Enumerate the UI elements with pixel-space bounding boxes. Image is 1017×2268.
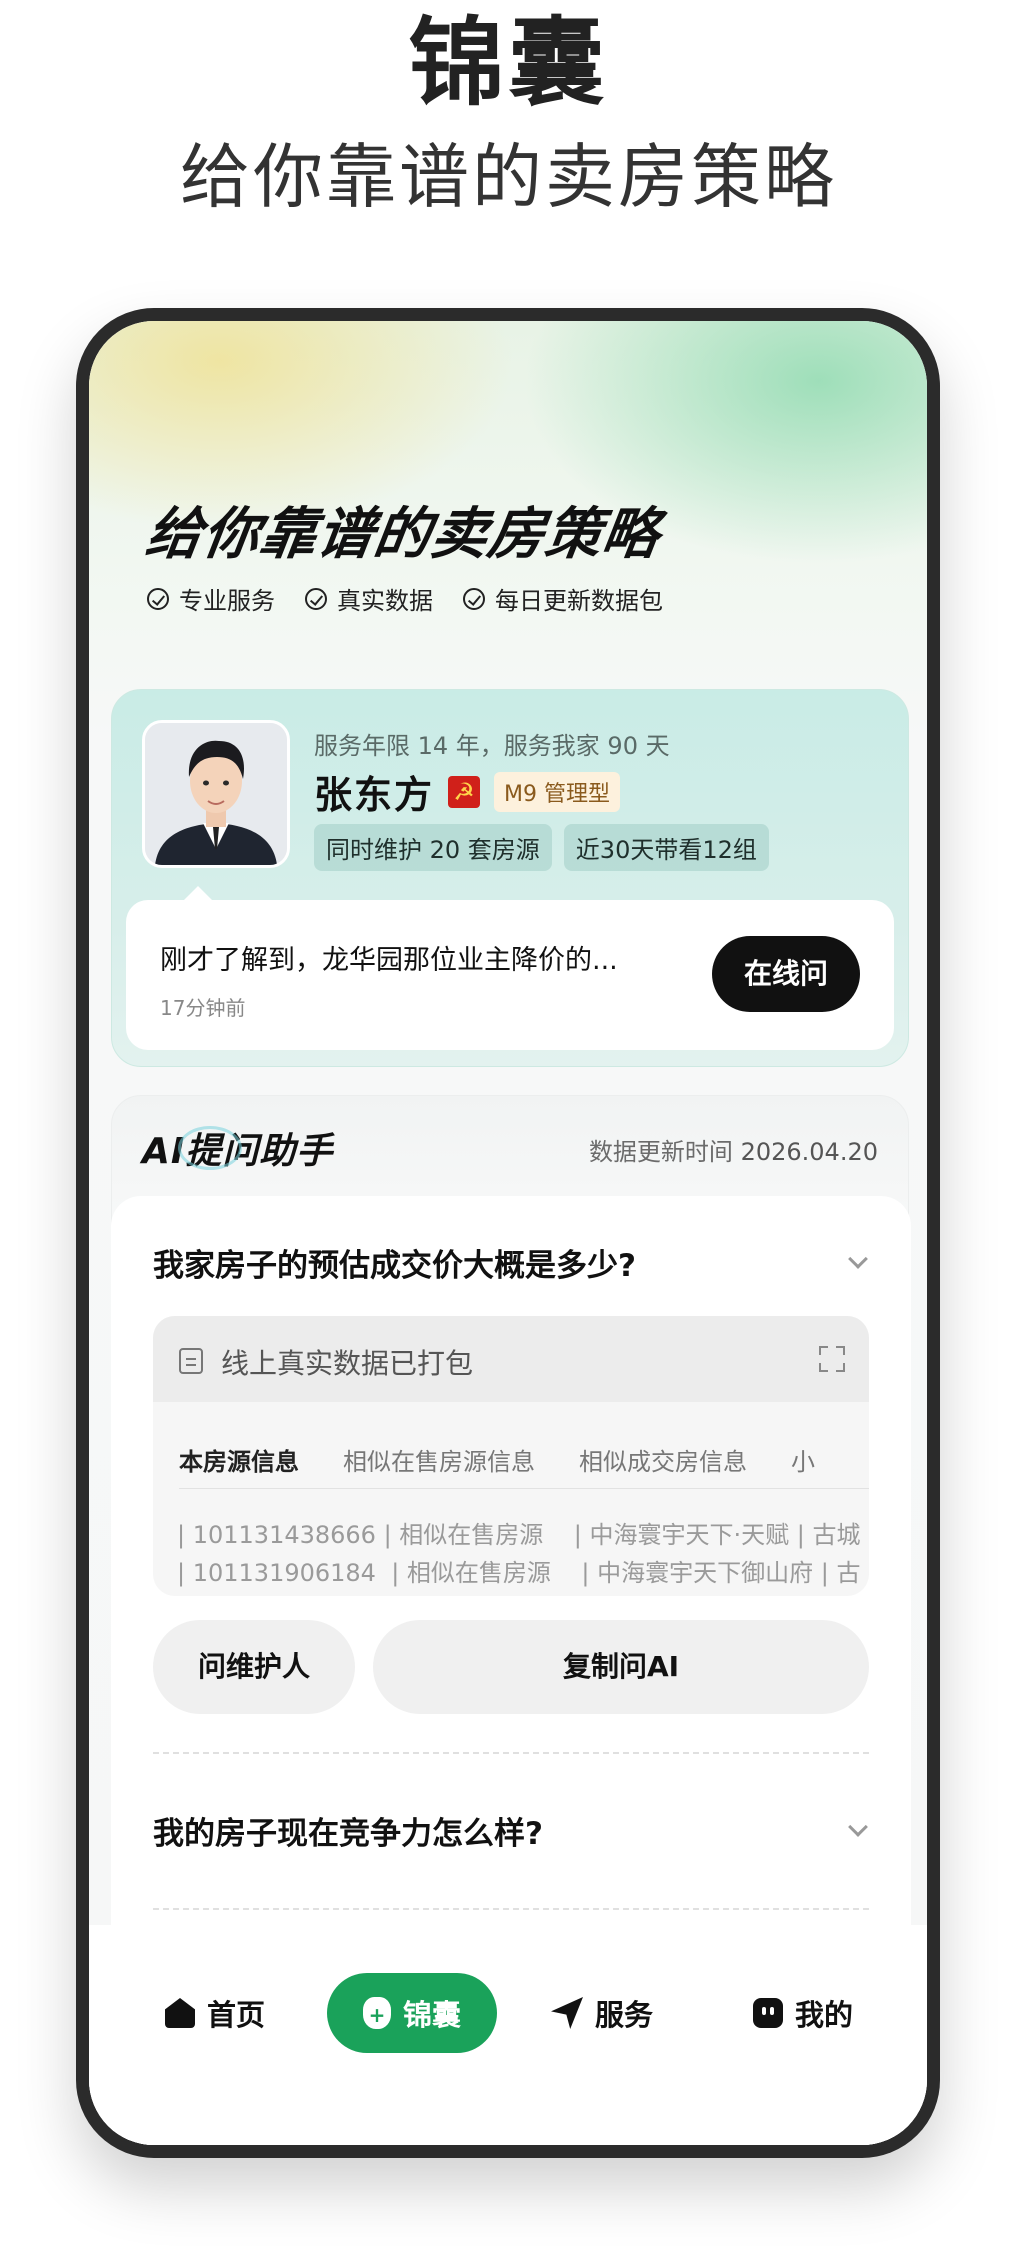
tab-jinnang[interactable]: 锦囊	[327, 1973, 497, 2053]
profile-face-icon	[753, 1998, 783, 2028]
bottom-tab-bar: 首页 锦囊 服务 我的	[89, 1925, 927, 2145]
tabs-divider	[179, 1488, 869, 1489]
promo-subtitle: 给你靠谱的卖房策略	[180, 136, 837, 218]
question-estimated-price[interactable]: 我家房子的预估成交价大概是多少?	[153, 1240, 869, 1285]
phone-frame: 给你靠谱的卖房策略 专业服务 真实数据 每日更新数据包 服务年限 14 年，服务…	[76, 308, 940, 2158]
tab-home[interactable]: 首页	[165, 1973, 265, 2053]
agent-stats: 同时维护 20 套房源 近30天带看12组	[314, 824, 769, 871]
tag-real-data: 真实数据	[305, 581, 433, 616]
level-badge: M9 管理型	[494, 771, 620, 812]
ai-assistant-title: AI提问助手	[142, 1122, 333, 1174]
chevron-down-icon[interactable]	[848, 1817, 868, 1837]
message-text: 刚才了解到，龙华园那位业主降价的...	[160, 945, 618, 976]
expand-icon[interactable]	[819, 1346, 845, 1372]
latest-message[interactable]: 刚才了解到，龙华园那位业主降价的... 17分钟前 在线问	[126, 886, 894, 1050]
question-text: 我的房子现在竞争力怎么样?	[153, 1816, 543, 1852]
check-circle-icon	[463, 587, 485, 610]
document-icon	[179, 1348, 203, 1374]
question-competitiveness[interactable]: 我的房子现在竞争力怎么样?	[153, 1808, 869, 1853]
tab-mine[interactable]: 我的	[753, 1973, 853, 2053]
paper-plane-icon	[551, 1997, 583, 2029]
agent-card[interactable]: 服务年限 14 年，服务我家 90 天 张东方 M9 管理型 同时维护 20 套…	[111, 689, 909, 1067]
tab-similar-sold[interactable]: 相似成交房信息	[579, 1442, 747, 1477]
tab-label: 首页	[207, 1998, 266, 2032]
tag-label: 真实数据	[337, 587, 433, 615]
stat-viewings: 近30天带看12组	[563, 824, 769, 871]
agent-name: 张东方	[314, 773, 435, 817]
tag-daily-update: 每日更新数据包	[463, 581, 663, 616]
tag-label: 专业服务	[179, 587, 275, 615]
home-icon	[165, 1998, 195, 2028]
data-rows: | 101131438666 | 相似在售房源 | 中海寰宇天下·天赋 | 古城…	[177, 1516, 869, 1592]
divider	[153, 1908, 869, 1910]
message-time: 17分钟前	[160, 996, 246, 1020]
agent-name-row: 张东方 M9 管理型	[314, 764, 620, 819]
ai-glow-ring-icon	[178, 1126, 242, 1170]
data-row: | 101131438666 | 相似在售房源 | 中海寰宇天下·天赋 | 古城	[177, 1521, 861, 1549]
tab-label: 我的	[795, 1998, 854, 2032]
data-pack-panel: 线上真实数据已打包 本房源信息 相似在售房源信息 相似成交房信息 小 | 101…	[153, 1316, 869, 1596]
tab-this-listing[interactable]: 本房源信息	[179, 1442, 299, 1477]
agent-portrait-icon	[145, 723, 287, 865]
hero-title: 给你靠谱的卖房策略	[141, 502, 664, 567]
data-row: | 101131906184 | 相似在售房源 | 中海寰宇天下御山府 | 古	[177, 1559, 861, 1587]
update-label: 数据更新时间	[588, 1138, 733, 1166]
party-member-icon	[448, 775, 481, 808]
tab-label: 锦囊	[402, 1998, 461, 2032]
tab-label: 服务	[595, 1998, 654, 2032]
tab-more[interactable]: 小	[791, 1442, 815, 1477]
question-text: 我家房子的预估成交价大概是多少?	[153, 1248, 636, 1284]
hero-tags: 专业服务 真实数据 每日更新数据包	[147, 581, 663, 616]
chevron-down-icon[interactable]	[848, 1249, 868, 1269]
money-bag-icon	[362, 1997, 391, 2029]
update-date: 2026.04.20	[740, 1138, 878, 1166]
ask-maintainer-button[interactable]: 问维护人	[153, 1620, 355, 1714]
tab-service[interactable]: 服务	[551, 1973, 653, 2053]
online-ask-button[interactable]: 在线问	[712, 936, 860, 1012]
check-circle-icon	[305, 587, 327, 610]
agent-avatar[interactable]	[142, 720, 290, 868]
tag-professional: 专业服务	[147, 581, 275, 616]
tab-similar-on-sale[interactable]: 相似在售房源信息	[343, 1442, 535, 1477]
stat-listings: 同时维护 20 套房源	[314, 824, 552, 871]
data-update-time: 数据更新时间 2026.04.20	[589, 1132, 878, 1167]
divider	[153, 1752, 869, 1754]
question-actions: 问维护人 复制问AI	[153, 1620, 869, 1714]
app-screen: 给你靠谱的卖房策略 专业服务 真实数据 每日更新数据包 服务年限 14 年，服务…	[89, 321, 927, 2145]
copy-ask-ai-button[interactable]: 复制问AI	[373, 1620, 869, 1714]
agent-service-meta: 服务年限 14 年，服务我家 90 天	[314, 732, 670, 760]
data-pack-header: 线上真实数据已打包	[153, 1316, 869, 1402]
tag-label: 每日更新数据包	[495, 587, 663, 615]
data-pack-tabs: 本房源信息 相似在售房源信息 相似成交房信息 小	[179, 1442, 859, 1477]
check-circle-icon	[147, 587, 169, 610]
data-pack-label: 线上真实数据已打包	[221, 1347, 474, 1380]
promo-title: 锦囊	[408, 7, 609, 119]
